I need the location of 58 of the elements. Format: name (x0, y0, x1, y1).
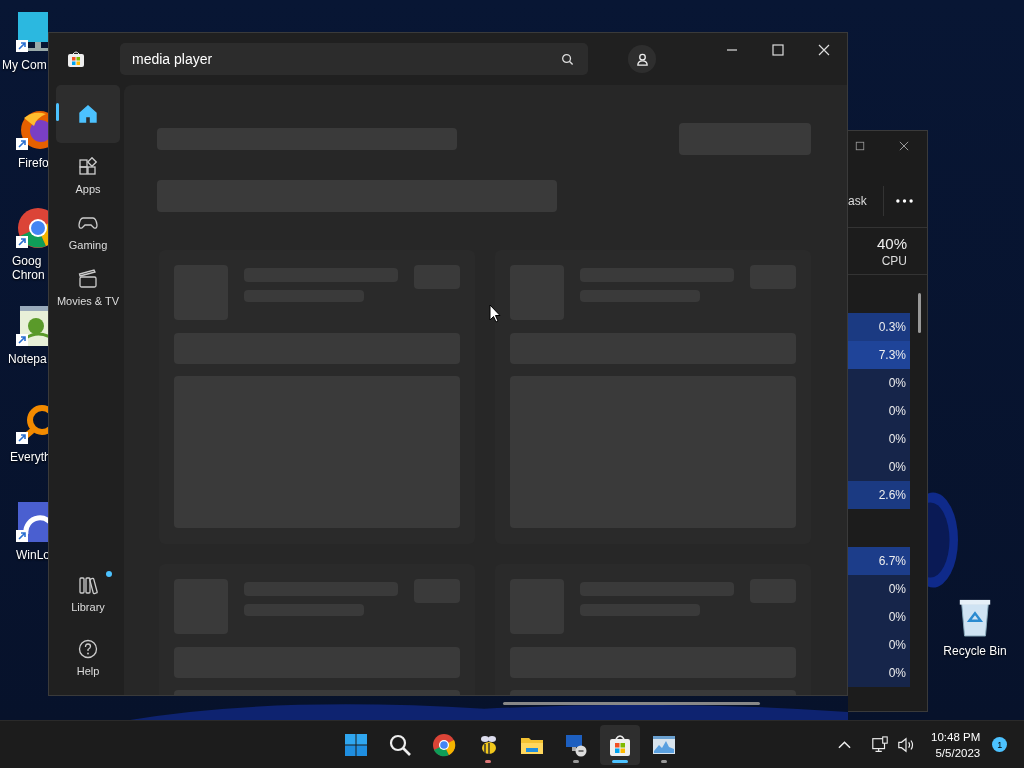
scrollbar-thumb[interactable] (918, 293, 921, 333)
app-icon[interactable] (16, 500, 48, 544)
nav-item[interactable]: Help (56, 635, 120, 681)
desktop-icon-label: Goog Chron (12, 254, 45, 282)
desktop-icon-label: Firefo (18, 156, 49, 170)
notepad-icon[interactable] (16, 304, 48, 348)
maximize-icon[interactable] (855, 141, 865, 151)
notification-badge[interactable]: 1 (992, 737, 1008, 752)
nav-item[interactable]: Movies & TV (56, 265, 120, 311)
column-header[interactable]: CPU (881, 253, 907, 268)
desktop-icon-label: Notepa (8, 352, 47, 366)
person-icon (635, 52, 649, 66)
toolbar-button-label[interactable]: ask (848, 194, 867, 208)
table-cell: 0% (848, 575, 910, 603)
store-icon (608, 732, 632, 757)
table-cell: 0% (848, 425, 910, 453)
home-icon (78, 104, 98, 124)
speaker-icon[interactable] (897, 735, 915, 754)
remote-desktop-icon (564, 732, 588, 757)
apps-icon (78, 157, 98, 177)
clock-time[interactable]: 10:48 PM (931, 728, 981, 745)
table-cell: 2.6% (848, 481, 910, 509)
table-cell: 0% (848, 369, 910, 397)
table-cell: 0.3% (848, 313, 910, 341)
books-icon (78, 575, 98, 595)
desktop-icon-label: My Com (2, 58, 47, 72)
nav-item[interactable]: Gaming (56, 209, 120, 255)
cpu-percentage: 40% (876, 234, 907, 252)
search-field[interactable]: media player (120, 43, 588, 75)
table-cell: 0% (848, 397, 910, 425)
nav-item[interactable] (56, 85, 120, 143)
table-cell: 0% (848, 631, 910, 659)
computer-icon[interactable] (16, 10, 48, 54)
help-icon (78, 639, 98, 659)
clapperboard-icon (78, 269, 98, 289)
table-cell: 6.7% (848, 547, 910, 575)
taskbar-button[interactable] (600, 724, 640, 765)
table-cell: 7.3% (848, 341, 910, 369)
start-icon (344, 732, 368, 757)
browser-icon (432, 732, 456, 757)
network-icon[interactable] (871, 735, 889, 754)
table-cell: 0% (848, 603, 910, 631)
nav-item[interactable]: Library (56, 571, 120, 617)
account-button[interactable] (628, 45, 656, 73)
chevron-up-icon[interactable] (838, 740, 851, 749)
nav-item[interactable]: Apps (56, 153, 120, 199)
mouse-pointer-icon (489, 304, 501, 323)
search-icon (388, 732, 412, 757)
more-icon[interactable] (895, 199, 913, 203)
close-icon[interactable] (899, 141, 909, 151)
clock-date[interactable]: 5/5/2023 (935, 744, 981, 761)
table-cell: 0% (848, 659, 910, 687)
scrollbar-thumb[interactable] (503, 702, 760, 705)
search-icon[interactable] (561, 52, 574, 66)
desktop-icon-label: Recycle Bin (943, 644, 1007, 658)
store-icon (67, 50, 85, 68)
selection-indicator (56, 103, 59, 121)
table-cell: 0% (848, 453, 910, 481)
